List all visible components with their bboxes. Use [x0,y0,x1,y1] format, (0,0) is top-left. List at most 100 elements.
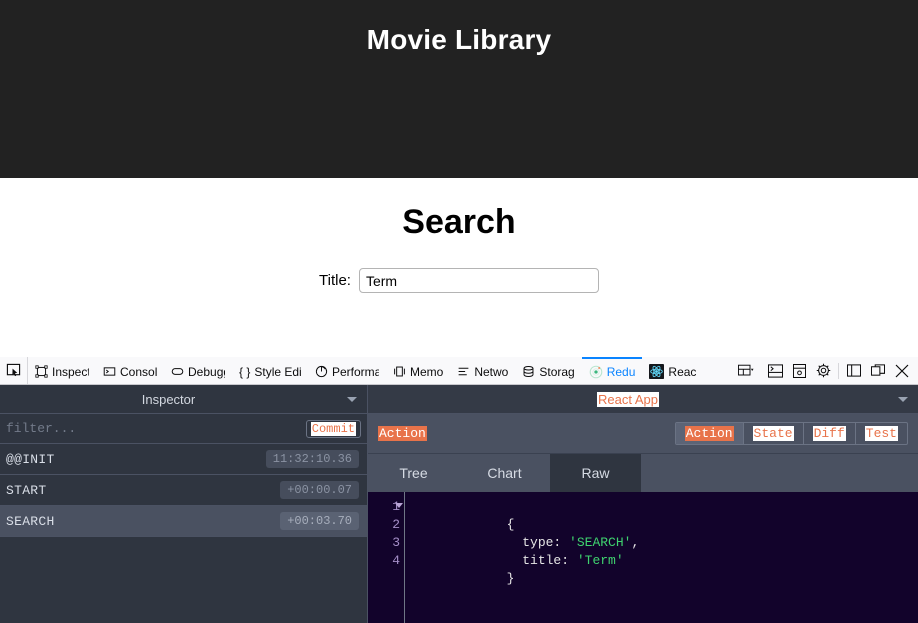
mode-title-text: Action [378,426,427,441]
toolbar-divider [838,362,839,379]
filter-input[interactable] [6,421,300,436]
redux-devtools: Inspector Commit @@INIT 11:32:10.36 STAR… [0,385,918,623]
inspector-icon [35,365,48,378]
dock-side-button[interactable] [842,358,866,384]
storage-icon [523,365,534,378]
tab-label: Memo [410,364,444,379]
tab-debugger[interactable]: Debugg [164,357,232,384]
mode-tab-diff[interactable]: Diff [804,423,856,444]
element-picker-icon [6,363,21,377]
close-devtools-button[interactable] [890,358,914,384]
view-tab-tree[interactable]: Tree [368,454,459,492]
code-token: { [506,517,515,532]
raw-code-viewer[interactable]: 1 2 3 4 { type: 'SEARCH', title: 'Term' … [368,492,918,623]
commit-button-label: Commit [310,421,356,436]
action-list: @@INIT 11:32:10.36 START +00:00.07 SEARC… [0,444,367,623]
redux-icon [589,365,603,378]
action-list-item[interactable]: SEARCH +00:03.70 [0,506,367,537]
action-list-item[interactable]: START +00:00.07 [0,475,367,506]
code-lines: { type: 'SEARCH', title: 'Term' } [405,492,640,623]
inspector-selector-label: Inspector [141,391,196,407]
tab-storage[interactable]: Storag [515,357,581,384]
separate-window-button[interactable] [866,358,890,384]
chevron-down-icon [347,396,357,402]
mode-tab-state[interactable]: State [744,423,804,444]
code-token: } [506,571,515,586]
search-input[interactable] [358,268,599,293]
tab-react[interactable]: Reac [642,357,703,384]
devtools-panel: Inspect Consol Debugg { } Style Edit [0,357,918,623]
action-timestamp: +00:00.07 [280,481,359,499]
inspector-selector-dropdown[interactable] [337,396,367,402]
mode-tab-test[interactable]: Test [856,423,907,444]
tab-console[interactable]: Consol [96,357,164,384]
instance-selector-dropdown[interactable] [888,396,918,402]
tab-redux[interactable]: Redu [581,357,643,384]
mode-tab-action[interactable]: Action [675,423,744,444]
code-token: title: [506,553,577,568]
split-console-button[interactable] [763,358,787,384]
title-field-label: Title: [319,272,351,289]
action-list-item[interactable]: @@INIT 11:32:10.36 [0,444,367,475]
tab-label: Storag [539,364,575,379]
code-token-string: 'SEARCH' [569,535,632,550]
view-tab-strip: Tree Chart Raw [368,454,918,492]
site-title: Movie Library [366,24,552,55]
screenshot-button[interactable] [787,358,811,384]
responsive-design-mode-icon [738,364,754,375]
view-tab-label: Raw [581,465,610,481]
devtools-toolbar: Inspect Consol Debugg { } Style Edit [0,357,918,385]
redux-right-pane: React App Action Action State Diff Test … [368,385,918,623]
instance-selector-bar[interactable]: React App [368,385,918,414]
tab-label: Redu [606,364,636,379]
mode-tab-group: Action State Diff Test [674,422,908,445]
tab-inspector[interactable]: Inspect [28,357,96,384]
view-tab-label: Tree [399,465,428,481]
view-tab-raw[interactable]: Raw [550,454,641,492]
instance-name: React App [597,391,659,407]
commit-button[interactable]: Commit [305,419,361,438]
settings-gear-icon [816,363,830,378]
settings-button[interactable] [811,358,835,384]
style-editor-icon: { } [239,364,251,379]
page-title: Search [402,203,516,241]
tab-label: Inspect [52,364,89,379]
action-name: SEARCH [6,513,55,529]
mode-tab-label: Diff [812,426,846,441]
dock-side-icon [847,364,861,377]
debugger-icon [171,368,184,375]
tab-label: Netwo [474,364,509,379]
code-token: type: [506,535,570,550]
line-number: 2 [392,517,400,532]
view-tab-chart[interactable]: Chart [459,454,550,492]
tab-label: Performan [332,364,379,379]
tab-style-editor[interactable]: { } Style Edit [232,357,308,384]
tab-performance[interactable]: Performan [308,357,386,384]
tab-memory[interactable]: Memo [386,357,450,384]
chevron-down-icon [898,396,908,402]
console-icon [103,367,116,376]
line-number: 1 [368,498,403,516]
action-name: @@INIT [6,451,55,467]
element-picker-button[interactable] [0,357,28,384]
web-page: Movie Library Search Title: [0,0,918,357]
code-line: { [413,498,639,532]
tab-label: Style Edit [254,364,301,379]
fold-arrow-icon[interactable] [395,503,403,508]
instance-selector-label: React App [368,391,888,407]
tab-label: Consol [120,364,157,379]
responsive-design-mode-button[interactable] [729,358,763,384]
tab-network[interactable]: Netwo [450,357,515,384]
redux-left-pane: Inspector Commit @@INIT 11:32:10.36 STAR… [0,385,368,623]
inspector-selector-bar[interactable]: Inspector [0,385,367,414]
mode-tab-label: State [752,426,794,441]
performance-icon [315,365,328,378]
action-timestamp: +00:03.70 [280,512,359,530]
code-token: , [631,535,640,550]
action-timestamp: 11:32:10.36 [265,450,359,468]
separate-window-icon [871,364,885,376]
network-icon [458,367,469,376]
mode-bar: Action Action State Diff Test [368,414,918,454]
react-icon [649,364,665,379]
code-gutter: 1 2 3 4 [368,492,405,623]
